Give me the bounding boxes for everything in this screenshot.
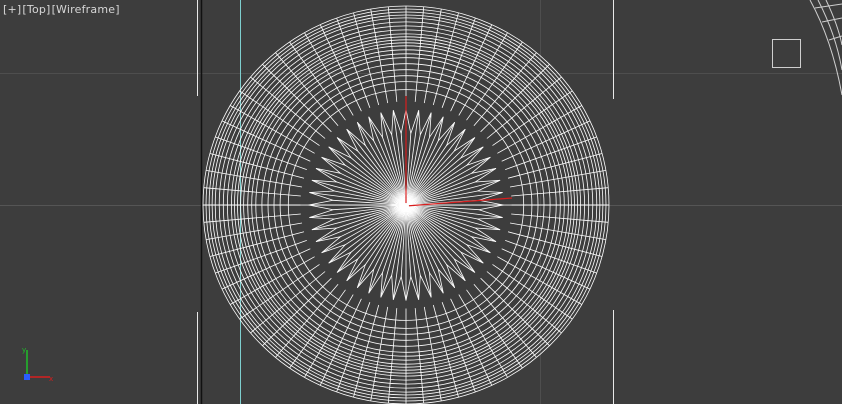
viewport-plus-menu[interactable]: [+] [3,3,21,16]
axis-tripod-icon: y x [22,346,53,383]
offscreen-object-wireframe [809,0,842,96]
viewport-label-menu: [+] [Top] [Wireframe] [3,3,120,16]
viewport-view-menu[interactable]: [Top] [22,3,50,16]
wireframe-scene[interactable]: y x [0,0,842,404]
top-viewport[interactable]: y x [+] [Top] [Wireframe] [0,0,842,404]
viewcube-square-icon[interactable] [772,39,801,68]
svg-text:y: y [22,346,26,354]
svg-text:x: x [49,375,53,383]
viewport-shading-menu[interactable]: [Wireframe] [52,3,120,16]
